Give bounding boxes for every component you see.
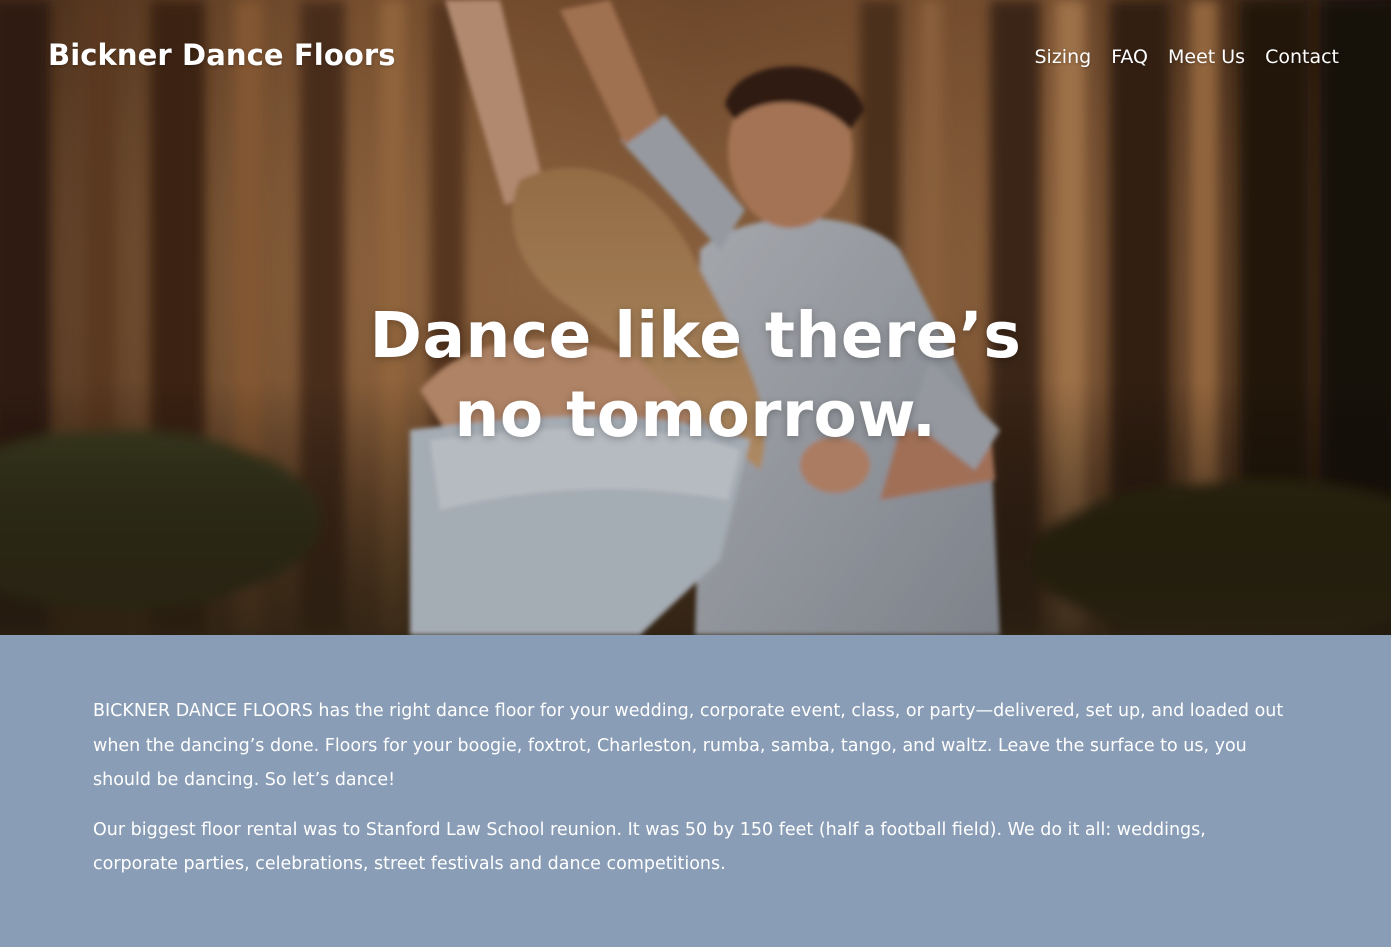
hero-headline: Dance like there’s no tomorrow. [0, 296, 1391, 454]
intro-paragraph-2: Our biggest floor rental was to Stanford… [93, 819, 1206, 875]
intro-text-block: BICKNER DANCE FLOORS has the right dance… [93, 694, 1293, 897]
nav-link-contact[interactable]: Contact [1265, 46, 1339, 68]
hero-headline-line-2: no tomorrow. [454, 378, 937, 451]
page: Bickner Dance Floors Sizing FAQ Meet Us … [0, 0, 1391, 947]
main-nav: Sizing FAQ Meet Us Contact [1034, 46, 1339, 68]
hero-section: Bickner Dance Floors Sizing FAQ Meet Us … [0, 0, 1391, 635]
intro-paragraph-1: BICKNER DANCE FLOORS has the right dance… [93, 701, 1284, 790]
hero-headline-line-1: Dance like there’s [369, 299, 1022, 372]
nav-link-faq[interactable]: FAQ [1111, 46, 1148, 68]
site-header: Bickner Dance Floors Sizing FAQ Meet Us … [0, 0, 1391, 120]
site-title-link[interactable]: Bickner Dance Floors [48, 38, 396, 72]
nav-link-meet-us[interactable]: Meet Us [1168, 46, 1245, 68]
intro-section: BICKNER DANCE FLOORS has the right dance… [0, 635, 1391, 947]
nav-link-sizing[interactable]: Sizing [1034, 46, 1091, 68]
